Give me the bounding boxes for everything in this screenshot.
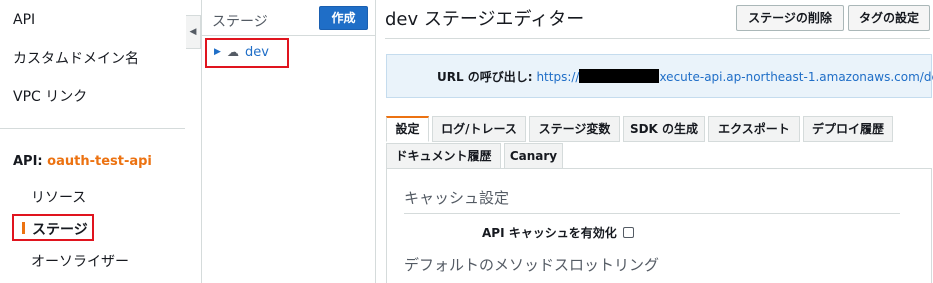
collapse-toggle[interactable]: ◀ bbox=[186, 15, 201, 49]
tab-document-history[interactable]: ドキュメント履歴 bbox=[386, 143, 501, 169]
chevron-left-icon: ◀ bbox=[189, 27, 197, 37]
caret-right-icon[interactable]: ▶ bbox=[214, 47, 221, 57]
nav-divider bbox=[0, 128, 185, 129]
invoke-url-prefix[interactable]: https:// bbox=[536, 70, 579, 84]
tab-logs-tracing[interactable]: ログ/トレース bbox=[432, 116, 526, 142]
nav-item-custom-domain[interactable]: カスタムドメイン名 bbox=[13, 48, 139, 68]
title-divider bbox=[385, 38, 930, 39]
stages-pane-title: ステージ bbox=[212, 14, 268, 30]
stage-tree-item-dev[interactable]: ▶ ☁ dev bbox=[205, 38, 289, 68]
delete-stage-button[interactable]: ステージの削除 bbox=[736, 5, 844, 31]
api-heading-prefix: API: bbox=[13, 154, 43, 169]
settings-panel: キャッシュ設定 API キャッシュを有効化 デフォルトのメソッドスロットリング bbox=[386, 168, 932, 283]
nav-item-api[interactable]: API bbox=[13, 12, 35, 28]
page-title: dev ステージエディター bbox=[385, 9, 585, 30]
tab-canary[interactable]: Canary bbox=[504, 143, 563, 169]
throttle-section-title: デフォルトのメソッドスロットリング bbox=[404, 256, 660, 274]
create-stage-button[interactable]: 作成 bbox=[319, 6, 368, 30]
cache-enable-label: API キャッシュを有効化 bbox=[482, 226, 617, 240]
nav-item-vpc-link[interactable]: VPC リンク bbox=[13, 86, 87, 106]
api-heading-name[interactable]: oauth-test-api bbox=[47, 154, 152, 169]
cache-enable-row: API キャッシュを有効化 bbox=[482, 224, 634, 241]
selected-indicator bbox=[22, 222, 25, 234]
tab-export[interactable]: エクスポート bbox=[708, 116, 800, 142]
nav-item-stages-selected[interactable]: ステージ bbox=[12, 214, 94, 241]
tab-deploy-history[interactable]: デプロイ履歴 bbox=[803, 116, 893, 142]
section-divider bbox=[404, 213, 900, 214]
tab-settings[interactable]: 設定 bbox=[386, 116, 429, 142]
nav-item-stages-label: ステージ bbox=[32, 222, 88, 238]
stages-divider bbox=[202, 35, 376, 36]
nav-item-resources[interactable]: リソース bbox=[31, 187, 86, 207]
invoke-url-box: URL の呼び出し: https:// xecute-api.ap-northea… bbox=[386, 54, 933, 98]
redacted-block bbox=[579, 69, 660, 83]
invoke-url-line: URL の呼び出し: https:// xecute-api.ap-northea… bbox=[437, 68, 933, 85]
cache-section-title: キャッシュ設定 bbox=[404, 189, 510, 207]
stage-tree-label: dev bbox=[245, 45, 269, 60]
api-heading: API: oauth-test-api bbox=[13, 154, 152, 169]
stages-pane: ステージ 作成 ▶ ☁ dev bbox=[201, 0, 376, 283]
nav-item-authorizers[interactable]: オーソライザー bbox=[31, 251, 129, 271]
tag-settings-button[interactable]: タグの設定 bbox=[848, 5, 930, 31]
cloud-stage-icon: ☁ bbox=[227, 45, 239, 59]
cache-enable-checkbox[interactable] bbox=[622, 227, 634, 238]
tab-stage-variables[interactable]: ステージ変数 bbox=[529, 116, 620, 142]
main-content: dev ステージエディター ステージの削除 タグの設定 URL の呼び出し: h… bbox=[377, 0, 933, 283]
invoke-url-label: URL の呼び出し: bbox=[437, 70, 533, 84]
left-navigation: API カスタムドメイン名 VPC リンク API: oauth-test-ap… bbox=[0, 0, 186, 283]
tab-sdk-generation[interactable]: SDK の生成 bbox=[623, 116, 705, 142]
invoke-url-suffix[interactable]: xecute-api.ap-northeast-1.amazonaws.com/… bbox=[659, 70, 933, 84]
